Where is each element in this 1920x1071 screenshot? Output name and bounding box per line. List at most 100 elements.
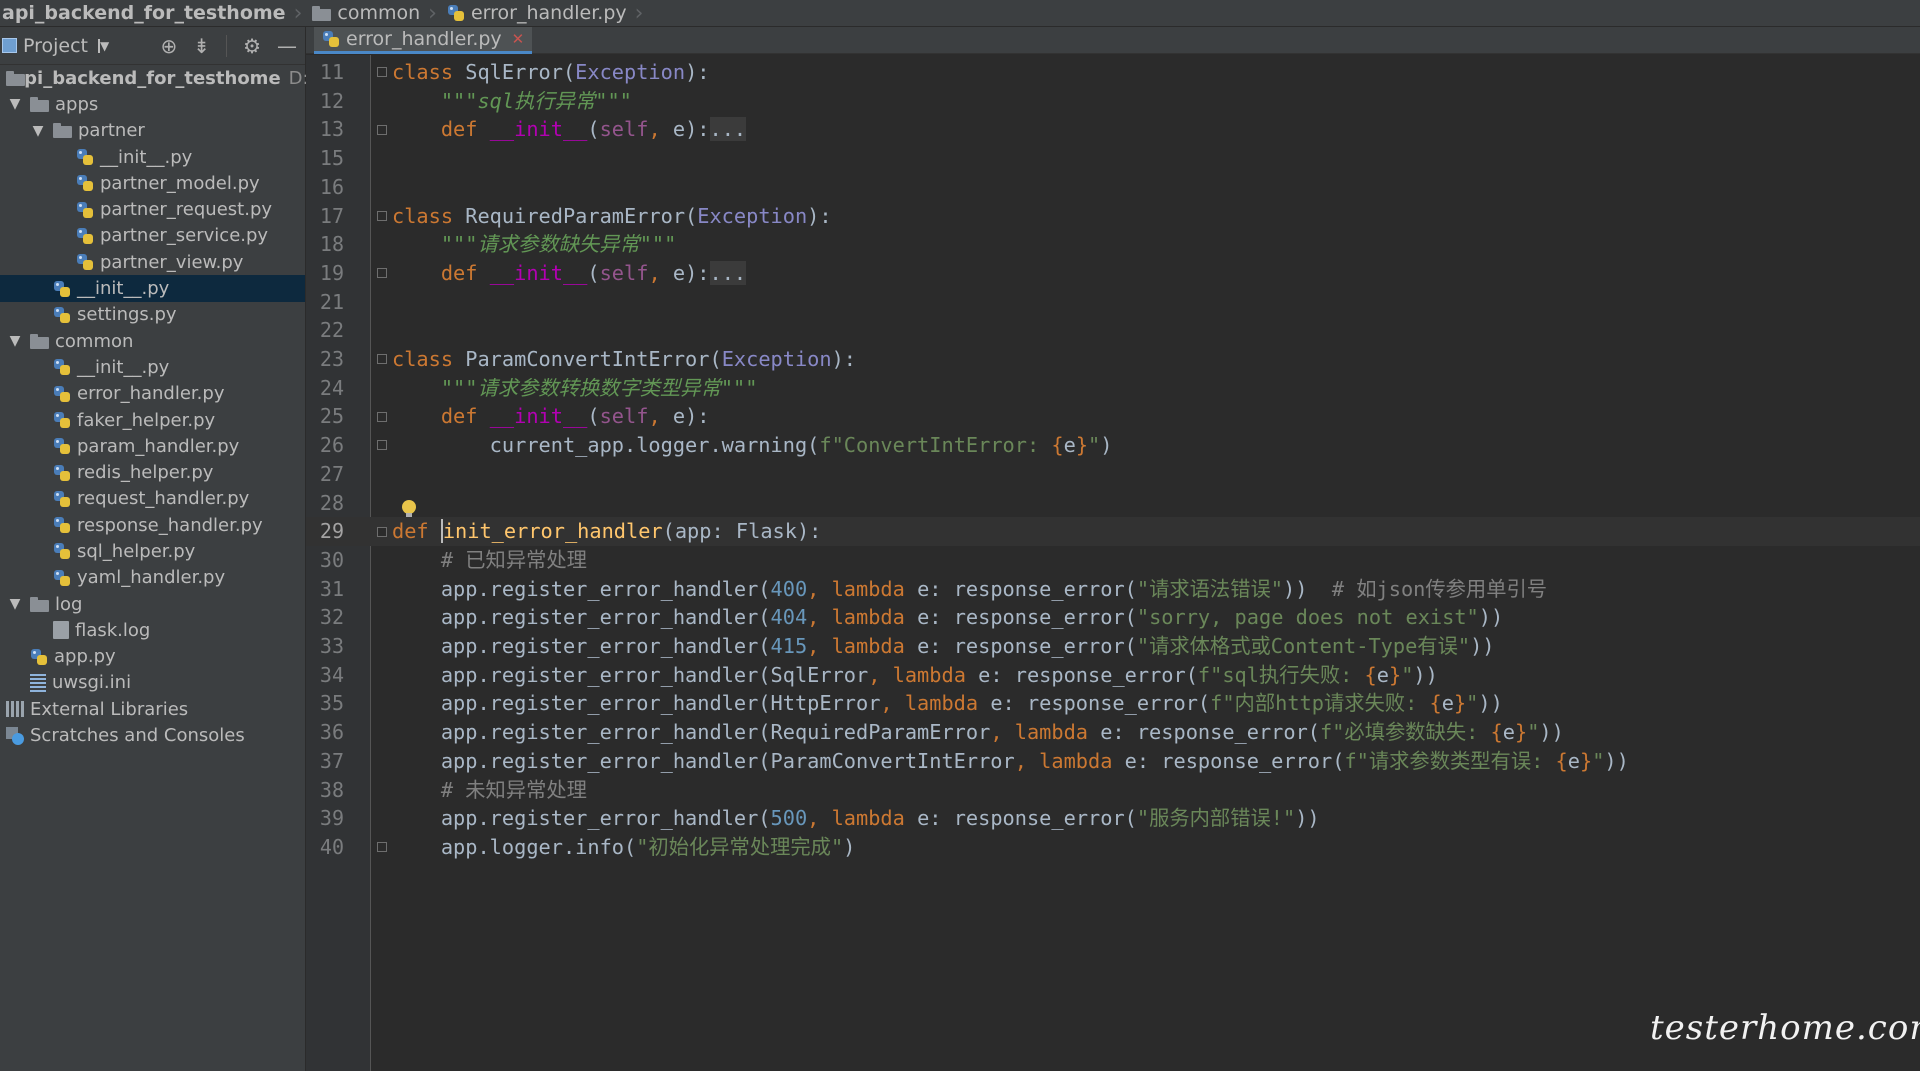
- tree-item[interactable]: ▼ log: [0, 591, 305, 617]
- line-number: 22: [319, 318, 344, 343]
- code-token: 400: [770, 576, 808, 601]
- code-line[interactable]: 18 """请求参数缺失异常""": [306, 230, 1920, 259]
- code-token: 404: [770, 605, 808, 630]
- code-line[interactable]: 37 app.register_error_handler(ParamConve…: [306, 747, 1920, 776]
- tree-item[interactable]: __init__.py: [0, 354, 305, 380]
- breadcrumb-file[interactable]: error_handler.py: [443, 0, 631, 27]
- code-token: # 已知异常处理: [392, 547, 587, 572]
- tree-item[interactable]: response_handler.py: [0, 512, 305, 538]
- tree-item[interactable]: faker_helper.py: [0, 407, 305, 433]
- code-line[interactable]: 34 app.register_error_handler(SqlError, …: [306, 661, 1920, 690]
- expand-arrow-icon[interactable]: ▼: [8, 596, 22, 612]
- code-editor[interactable]: 11 class SqlError(Exception): 12 """sql执行异…: [306, 55, 1920, 1071]
- chevron-down-icon[interactable]: ▼: [98, 38, 109, 53]
- code-text: """sql执行异常""": [392, 87, 632, 116]
- tree-item[interactable]: partner_view.py: [0, 249, 305, 275]
- code-token: e):: [672, 260, 710, 285]
- collapse-all-icon[interactable]: ⇟: [193, 34, 210, 58]
- tree-item[interactable]: Scratches and Consoles: [0, 722, 305, 748]
- fold-marker-icon[interactable]: [377, 268, 387, 279]
- code-line[interactable]: 38 # 未知异常处理: [306, 776, 1920, 805]
- code-line[interactable]: 17 class RequiredParamError(Exception):: [306, 202, 1920, 231]
- tree-item[interactable]: flask.log: [0, 617, 305, 643]
- breadcrumb-folder[interactable]: common: [308, 0, 424, 27]
- code-token: ,: [648, 260, 673, 285]
- tree-item[interactable]: error_handler.py: [0, 381, 305, 407]
- code-text: app.register_error_handler(500, lambda e…: [392, 804, 1320, 833]
- line-number: 21: [319, 289, 344, 314]
- tree-item[interactable]: redis_helper.py: [0, 459, 305, 485]
- tree-item[interactable]: sql_helper.py: [0, 538, 305, 564]
- fold-marker-icon[interactable]: [377, 842, 387, 853]
- tree-item[interactable]: param_handler.py: [0, 433, 305, 459]
- code-line[interactable]: 24 """请求参数转换数字类型异常""": [306, 374, 1920, 403]
- tree-item[interactable]: partner_service.py: [0, 223, 305, 249]
- code-line[interactable]: 29 def init_error_handler(app: Flask):: [306, 517, 1920, 546]
- code-line[interactable]: 23 class ParamConvertIntError(Exception):: [306, 345, 1920, 374]
- code-line[interactable]: 12 """sql执行异常""": [306, 87, 1920, 116]
- tree-item[interactable]: partner_request.py: [0, 196, 305, 222]
- code-line[interactable]: 35 app.register_error_handler(HttpError,…: [306, 689, 1920, 718]
- code-line[interactable]: 36 app.register_error_handler(RequiredPa…: [306, 718, 1920, 747]
- code-text: app.register_error_handler(SqlError, lam…: [392, 661, 1438, 690]
- code-line[interactable]: 11 class SqlError(Exception):: [306, 58, 1920, 87]
- code-line[interactable]: 21: [306, 288, 1920, 317]
- tree-item-label: __init__.py: [77, 278, 170, 300]
- code-line[interactable]: 15: [306, 144, 1920, 173]
- code-line[interactable]: 33 app.register_error_handler(415, lambd…: [306, 632, 1920, 661]
- tree-item[interactable]: uwsgi.ini: [0, 670, 305, 696]
- code-line[interactable]: 27: [306, 460, 1920, 489]
- expand-arrow-icon[interactable]: ▼: [8, 333, 22, 349]
- tree-item[interactable]: __init__.py: [0, 144, 305, 170]
- project-view-selector[interactable]: Project: [23, 35, 88, 57]
- close-icon[interactable]: ✕: [512, 30, 525, 48]
- fold-marker-icon[interactable]: [377, 210, 387, 221]
- expand-arrow-icon[interactable]: ▼: [8, 96, 22, 112]
- tree-item[interactable]: partner_model.py: [0, 170, 305, 196]
- gear-icon[interactable]: ⚙: [243, 34, 261, 58]
- tree-item[interactable]: api_backend_for_testhomeD:\2024\: [0, 65, 367, 91]
- code-line[interactable]: 30 # 已知异常处理: [306, 546, 1920, 575]
- fold-marker-icon[interactable]: [377, 124, 387, 135]
- locate-icon[interactable]: ⊕: [161, 34, 178, 58]
- code-token: "初始化异常处理完成": [636, 834, 844, 859]
- code-token: Exception: [697, 203, 808, 228]
- code-line[interactable]: 40 app.logger.info("初始化异常处理完成"): [306, 833, 1920, 862]
- code-line[interactable]: 28: [306, 489, 1920, 518]
- code-token[interactable]: ...: [709, 117, 747, 142]
- tree-item[interactable]: request_handler.py: [0, 486, 305, 512]
- tree-item[interactable]: __init__.py: [0, 275, 305, 302]
- code-line[interactable]: 19 def __init__(self, e):...: [306, 259, 1920, 288]
- hide-panel-icon[interactable]: —: [277, 34, 297, 58]
- fold-marker-icon[interactable]: [377, 354, 387, 365]
- fold-marker-icon[interactable]: [377, 526, 387, 537]
- code-token: e: response_error(: [917, 576, 1137, 601]
- python-file-icon: [76, 148, 94, 166]
- breadcrumb-project[interactable]: api_backend_for_testhome: [0, 0, 290, 27]
- tree-item[interactable]: External Libraries: [0, 696, 305, 722]
- tab-error-handler[interactable]: error_handler.py ✕: [314, 27, 533, 54]
- expand-arrow-icon[interactable]: ▼: [31, 123, 45, 139]
- fold-marker-icon[interactable]: [377, 440, 387, 451]
- code-line[interactable]: 39 app.register_error_handler(500, lambd…: [306, 804, 1920, 833]
- fold-marker-icon[interactable]: [377, 67, 387, 78]
- code-token[interactable]: ...: [709, 260, 747, 285]
- code-line[interactable]: 13 def __init__(self, e):...: [306, 115, 1920, 144]
- tree-item[interactable]: yaml_handler.py: [0, 565, 305, 591]
- code-token: , lambda: [1014, 748, 1125, 773]
- tree-item[interactable]: settings.py: [0, 302, 305, 328]
- tree-item[interactable]: ▼ partner: [0, 118, 305, 144]
- code-line[interactable]: 31 app.register_error_handler(400, lambd…: [306, 575, 1920, 604]
- code-line[interactable]: 22: [306, 316, 1920, 345]
- tree-item[interactable]: ▼ common: [0, 328, 305, 354]
- code-line[interactable]: 25 def __init__(self, e):: [306, 402, 1920, 431]
- code-line[interactable]: 32 app.register_error_handler(404, lambd…: [306, 603, 1920, 632]
- code-line[interactable]: 26 current_app.logger.warning(f"ConvertI…: [306, 431, 1920, 460]
- code-line[interactable]: 16: [306, 173, 1920, 202]
- fold-marker-icon[interactable]: [377, 411, 387, 422]
- tree-item-label: External Libraries: [30, 698, 189, 720]
- lightbulb-icon[interactable]: [402, 500, 416, 517]
- tree-item[interactable]: ▼ apps: [0, 91, 305, 117]
- tree-item[interactable]: app.py: [0, 644, 305, 670]
- tree-item-label: partner_request.py: [100, 199, 273, 221]
